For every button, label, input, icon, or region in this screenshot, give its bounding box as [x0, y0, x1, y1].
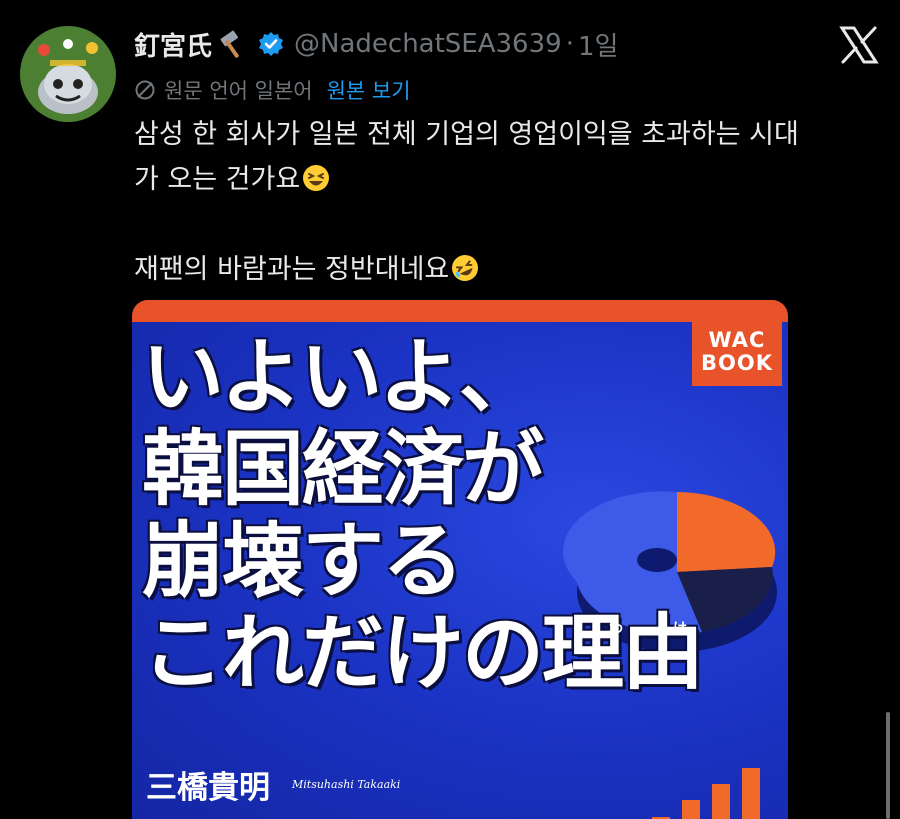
tweet-text-line-1: 삼성 한 회사가 일본 전체 기업의 영업이익을 초과하는 시대 — [134, 119, 799, 150]
publisher-badge: WAC BOOK — [692, 318, 782, 386]
author-name-roman: Mitsuhashi Takaaki — [292, 778, 401, 791]
tweet-header: 釘宮氏 @NadechatSEA3639 · 1일 — [134, 22, 618, 66]
separator-dot: · — [565, 29, 574, 59]
book-title-line-1: いよいよ、 — [142, 330, 541, 425]
translate-icon — [134, 79, 156, 101]
bar-graphic — [652, 768, 760, 819]
cover-top-bar — [132, 300, 788, 322]
tweet-text-line-2: 가 오는 건가요 — [134, 157, 864, 202]
book-title-line-3: 崩壊する — [142, 514, 464, 609]
display-name[interactable]: 釘宮氏 — [134, 26, 212, 63]
book-title: いよいよ、 韓国経済が 崩壊する これだけの理由 — [142, 330, 704, 700]
ruby-text-2: け — [673, 621, 687, 637]
rolling-laughing-emoji-icon — [451, 251, 479, 281]
handle[interactable]: @NadechatSEA3639 — [294, 29, 562, 59]
avatar-icon — [20, 26, 116, 122]
ruby-text-1: わ — [609, 621, 623, 637]
book-title-line-2: 韓国経済が — [142, 422, 544, 517]
author-name: 三橋貴明 — [146, 770, 270, 806]
tweet-media-image[interactable]: WAC BOOK いよいよ、 韓国経済が 崩壊する これだけの理由 わ け 三橋… — [132, 300, 788, 819]
x-logo-icon[interactable] — [836, 22, 882, 68]
tweet-text-line-3: 재팬의 바람과는 정반대네요 — [134, 247, 864, 292]
laughing-emoji-icon — [302, 161, 330, 191]
show-original-link[interactable]: 원본 보기 — [327, 75, 411, 105]
translation-notice: 원문 언어 일본어 원본 보기 — [134, 74, 411, 106]
verified-badge-icon — [258, 31, 284, 57]
scrollbar[interactable] — [886, 712, 890, 819]
avatar[interactable] — [20, 26, 116, 122]
timestamp[interactable]: 1일 — [578, 26, 618, 63]
tweet-text: 삼성 한 회사가 일본 전체 기업의 영업이익을 초과하는 시대 가 오는 건가… — [134, 112, 864, 292]
translated-from-label: 원문 언어 일본어 — [164, 79, 313, 103]
hammer-emoji-icon — [218, 29, 248, 59]
